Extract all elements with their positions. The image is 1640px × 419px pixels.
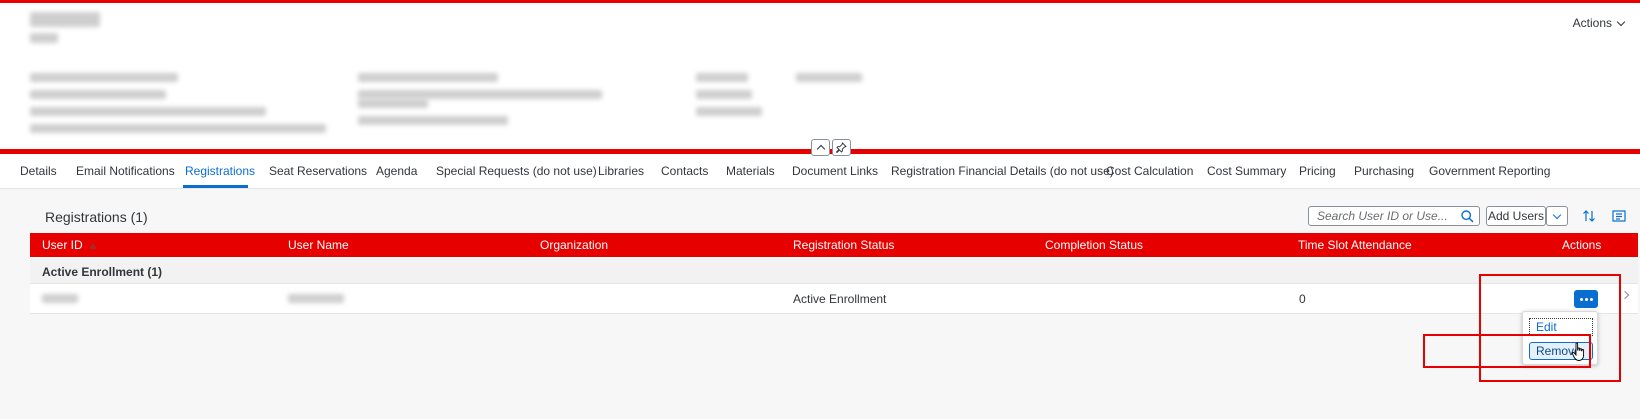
tab-registrations[interactable]: Registrations: [185, 164, 255, 178]
tab-materials[interactable]: Materials: [726, 164, 775, 178]
row-actions-more-button[interactable]: [1574, 290, 1598, 308]
time-slot-attendance-cell: 0: [1299, 292, 1306, 306]
tab-special-requests[interactable]: Special Requests (do not use): [436, 164, 597, 178]
column-header-organization[interactable]: Organization: [540, 238, 608, 252]
blurred-attribute: [30, 107, 266, 116]
hand-cursor-icon: [1571, 342, 1585, 361]
blurred-attribute: [358, 116, 508, 125]
collapse-header-button[interactable]: [811, 139, 830, 156]
settings-icon: [1612, 210, 1626, 222]
column-header-time-slot-attendance[interactable]: Time Slot Attendance: [1298, 238, 1412, 252]
blurred-attribute: [358, 73, 498, 82]
tab-government-reporting[interactable]: Government Reporting: [1429, 164, 1550, 178]
search-icon[interactable]: [1461, 210, 1474, 223]
more-icon: [1579, 297, 1583, 301]
blurred-attribute: [30, 73, 178, 82]
object-header: Actions: [0, 3, 1640, 151]
tab-libraries[interactable]: Libraries: [598, 164, 644, 178]
table-settings-button[interactable]: [1608, 206, 1630, 226]
search-input[interactable]: [1309, 207, 1457, 225]
more-icon-dot: [1589, 297, 1593, 301]
blurred-title: [30, 12, 100, 27]
tab-contacts[interactable]: Contacts: [661, 164, 708, 178]
column-header-registration-status[interactable]: Registration Status: [793, 238, 894, 252]
blurred-attribute: [696, 107, 762, 116]
group-header-label: Active Enrollment (1): [42, 265, 163, 279]
pin-header-button[interactable]: [832, 139, 851, 156]
add-users-label: Add Users: [1487, 209, 1545, 223]
chevron-down-icon: [1616, 17, 1626, 26]
tab-document-links[interactable]: Document Links: [792, 164, 878, 178]
table-header: User ID User Name Organization Registrat…: [30, 233, 1638, 257]
more-icon-dot: [1584, 297, 1588, 301]
add-users-dropdown-button[interactable]: [1546, 206, 1568, 226]
blurred-attribute: [30, 90, 166, 99]
blurred-attribute: [696, 90, 752, 99]
collapse-header-icon: [816, 144, 825, 154]
sort-ascending-icon: [88, 242, 97, 249]
tab-details[interactable]: Details: [20, 164, 57, 178]
sort-button[interactable]: [1578, 206, 1600, 226]
blurred-attribute: [358, 90, 602, 99]
edit-menu-item[interactable]: Edit: [1529, 318, 1593, 336]
tab-cost-calculation[interactable]: Cost Calculation: [1106, 164, 1193, 178]
column-header-label: User ID: [42, 238, 83, 252]
registrations-title: Registrations (1): [45, 209, 148, 225]
tab-agenda[interactable]: Agenda: [376, 164, 417, 178]
column-header-completion-status[interactable]: Completion Status: [1045, 238, 1143, 252]
blurred-attribute: [696, 73, 748, 82]
header-actions-button[interactable]: Actions: [1572, 16, 1626, 30]
tab-seat-reservations[interactable]: Seat Reservations: [269, 164, 367, 178]
table-row[interactable]: Active Enrollment 0: [30, 284, 1638, 314]
search-field: [1308, 206, 1480, 226]
blurred-user-id: [42, 294, 78, 303]
blurred-user-name: [288, 294, 344, 303]
group-header-row[interactable]: Active Enrollment (1): [30, 259, 1638, 284]
pin-icon: [836, 142, 847, 153]
tab-email-notifications[interactable]: Email Notifications: [76, 164, 175, 178]
tab-pricing[interactable]: Pricing: [1299, 164, 1336, 178]
registration-status-cell: Active Enrollment: [793, 292, 887, 306]
tab-purchasing[interactable]: Purchasing: [1354, 164, 1414, 178]
blurred-attribute: [358, 99, 428, 108]
column-header-actions: Actions: [1562, 238, 1602, 252]
active-tab-indicator: [183, 185, 248, 188]
header-actions-label: Actions: [1572, 16, 1612, 30]
chevron-down-icon: [1552, 210, 1562, 219]
header-toggle-group: [811, 139, 851, 156]
tab-bar: Details Email Notifications Registration…: [0, 154, 1640, 189]
blurred-attribute: [30, 124, 326, 133]
column-header-user-id[interactable]: User ID: [42, 238, 97, 252]
add-users-button[interactable]: Add Users: [1486, 206, 1546, 226]
blurred-attribute: [796, 73, 862, 82]
column-header-user-name[interactable]: User Name: [288, 238, 349, 252]
tab-cost-summary[interactable]: Cost Summary: [1207, 164, 1286, 178]
blurred-subtitle: [30, 33, 58, 43]
sort-icon: [1583, 210, 1595, 222]
tab-registration-financial-details[interactable]: Registration Financial Details (do not u…: [891, 164, 1114, 178]
